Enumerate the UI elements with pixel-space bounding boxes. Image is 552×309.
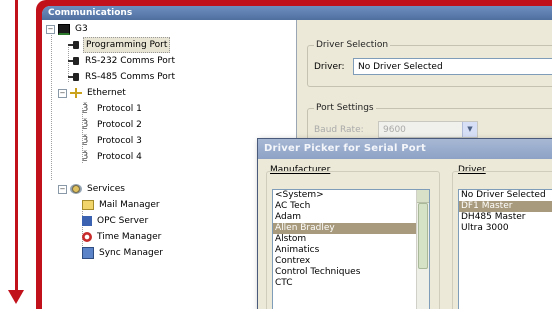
tree-node-label: Protocol 4	[97, 152, 142, 162]
list-item[interactable]: CTC	[273, 278, 429, 289]
baud-rate-select[interactable]: 9600 ▼	[378, 121, 478, 138]
tree-node-rs485-port[interactable]: RS-485 Comms Port	[68, 70, 177, 84]
manufacturer-list[interactable]: <System> AC Tech Adam Allen Bradley Alst…	[272, 189, 430, 309]
tree-node-label: Sync Manager	[99, 248, 164, 258]
list-item[interactable]: DH485 Master	[459, 212, 552, 223]
list-item[interactable]: Contrex	[273, 256, 429, 267]
tree-node-label: Services	[87, 184, 125, 194]
chevron-down-icon[interactable]: ▼	[462, 122, 477, 137]
list-item[interactable]: AC Tech	[273, 201, 429, 212]
driver-picker-dialog: Driver Picker for Serial Port Manufactur…	[257, 138, 552, 309]
list-item[interactable]: Ultra 3000	[459, 223, 552, 234]
tree-node-opc-server[interactable]: OPC Server	[82, 214, 150, 228]
scrollbar-thumb[interactable]	[418, 203, 428, 269]
list-item-selected[interactable]: DF1 Master	[459, 201, 552, 212]
driver-field[interactable]: No Driver Selected	[353, 58, 552, 75]
tree-node-services[interactable]: − Services	[58, 182, 127, 196]
protocol-icon: Ѯ	[82, 135, 89, 146]
group-title: Driver Selection	[314, 40, 391, 50]
server-icon	[82, 216, 92, 226]
tree-node-label: Time Manager	[97, 232, 162, 242]
tree-node-label: Ethernet	[87, 88, 126, 98]
tree-node-mail-manager[interactable]: Mail Manager	[82, 198, 162, 212]
tree-node-sync-manager[interactable]: Sync Manager	[82, 246, 165, 260]
sync-icon	[82, 247, 94, 259]
driver-selection-group: Driver Selection Driver: No Driver Selec…	[307, 40, 552, 87]
window-title: Communications	[42, 6, 552, 20]
controller-icon	[58, 23, 70, 35]
tree-node-label: Protocol 3	[97, 136, 142, 146]
tree-node-label: OPC Server	[97, 216, 149, 226]
serial-port-icon	[68, 57, 80, 65]
list-item[interactable]: No Driver Selected	[459, 190, 552, 201]
app-window: Communications − G3 Programming Port RS-…	[42, 6, 552, 309]
list-item-selected[interactable]: Allen Bradley	[273, 223, 429, 234]
tree-node-protocol-2[interactable]: Ѯ Protocol 2	[82, 118, 144, 132]
tree-node-label: Protocol 1	[97, 104, 142, 114]
list-item[interactable]: Control Techniques	[273, 267, 429, 278]
list-item[interactable]: <System>	[273, 190, 429, 201]
list-item[interactable]: Adam	[273, 212, 429, 223]
collapse-icon[interactable]: −	[46, 24, 55, 34]
tree-node-label: Programming Port	[83, 37, 171, 53]
screenshot-frame: Communications − G3 Programming Port RS-…	[36, 0, 552, 309]
tree-node-label: Mail Manager	[99, 200, 160, 210]
baud-rate-label: Baud Rate:	[314, 125, 364, 135]
tree-line	[51, 30, 52, 180]
tree-node-label: Protocol 2	[97, 120, 142, 130]
tree-node-label: RS-232 Comms Port	[85, 56, 175, 66]
tree-node-protocol-1[interactable]: Ѯ Protocol 1	[82, 102, 144, 116]
tree-node-ethernet[interactable]: − Ethernet	[58, 86, 128, 100]
scroll-down-arrow-shaft	[15, 0, 18, 292]
list-item[interactable]: Alstom	[273, 234, 429, 245]
baud-rate-value: 9600	[383, 125, 406, 135]
scroll-up-button[interactable]	[417, 190, 429, 203]
driver-list[interactable]: No Driver Selected DF1 Master DH485 Mast…	[458, 189, 552, 309]
tree-node-label: G3	[75, 24, 88, 34]
tree-node-time-manager[interactable]: Time Manager	[82, 230, 163, 244]
clock-icon	[82, 232, 92, 242]
collapse-icon[interactable]: −	[58, 184, 67, 194]
tree-node-protocol-3[interactable]: Ѯ Protocol 3	[82, 134, 144, 148]
serial-port-icon	[68, 73, 80, 81]
mail-icon	[82, 200, 94, 210]
dialog-title: Driver Picker for Serial Port	[258, 139, 552, 159]
tree-node-root[interactable]: − G3	[46, 22, 90, 36]
tree-node-programming-port[interactable]: Programming Port	[68, 37, 171, 53]
driver-label: Driver:	[314, 62, 345, 72]
protocol-icon: Ѯ	[82, 151, 89, 162]
driver-value: No Driver Selected	[358, 62, 443, 72]
down-arrow-icon	[8, 290, 24, 304]
collapse-icon[interactable]: −	[58, 88, 67, 98]
group-title: Port Settings	[314, 103, 376, 113]
tree-node-rs232-port[interactable]: RS-232 Comms Port	[68, 54, 177, 68]
list-item[interactable]: Animatics	[273, 245, 429, 256]
network-icon	[70, 88, 82, 98]
services-icon	[70, 184, 82, 194]
protocol-icon: Ѯ	[82, 119, 89, 130]
tree-node-label: RS-485 Comms Port	[85, 72, 175, 82]
protocol-icon: Ѯ	[82, 103, 89, 114]
serial-port-icon	[68, 41, 80, 49]
scrollbar[interactable]	[416, 190, 429, 309]
tree-node-protocol-4[interactable]: Ѯ Protocol 4	[82, 150, 144, 164]
